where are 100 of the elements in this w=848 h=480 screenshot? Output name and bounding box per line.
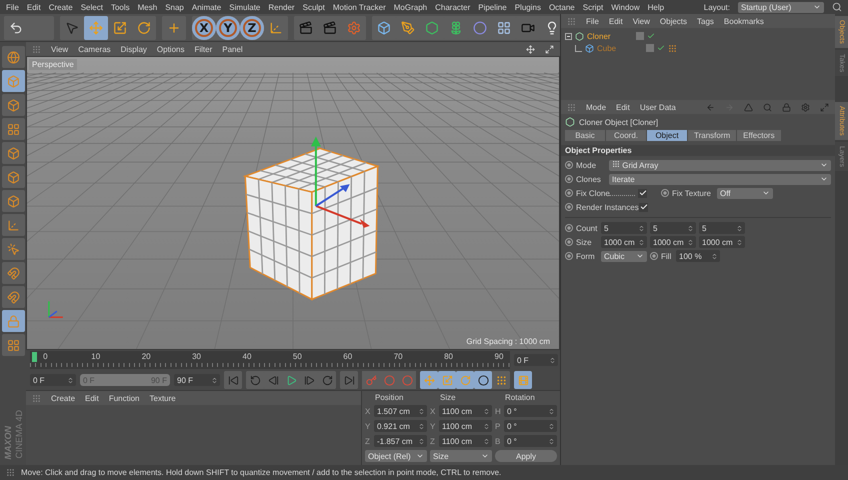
palette-button[interactable] xyxy=(2,310,24,332)
menu-item[interactable]: Select xyxy=(80,2,103,12)
number-field[interactable]: 1000 cm xyxy=(650,236,696,248)
attribute-tab[interactable]: Coord. xyxy=(606,130,646,141)
menu-item[interactable]: Objects xyxy=(660,16,688,26)
axis-lock-button[interactable]: Y xyxy=(216,16,240,40)
menu-item[interactable]: File xyxy=(586,16,599,26)
menu-item[interactable]: Tools xyxy=(110,2,130,12)
menu-item[interactable]: Edit xyxy=(616,102,630,112)
menu-item[interactable]: View xyxy=(632,16,650,26)
menu-item[interactable]: Animate xyxy=(192,2,222,12)
fix-texture-dropdown[interactable]: Off xyxy=(717,188,773,198)
coordinate-field[interactable]: 1100 cm xyxy=(439,435,492,447)
form-dropdown[interactable]: Cubic xyxy=(601,250,647,262)
menu-item[interactable]: Help xyxy=(648,2,664,12)
coordinate-field[interactable]: -1.857 cm xyxy=(374,435,427,447)
palette-button[interactable] xyxy=(2,118,24,140)
menu-item[interactable]: User Data xyxy=(640,102,676,112)
start-frame-field[interactable]: 0 F xyxy=(30,374,76,386)
coordinate-mode-dropdown[interactable]: Object (Rel) xyxy=(365,450,427,462)
menu-item[interactable]: Window xyxy=(611,2,640,12)
palette-button[interactable] xyxy=(2,334,24,356)
attribute-tab[interactable]: Effectors xyxy=(737,130,781,141)
clones-dropdown[interactable]: Iterate xyxy=(609,174,831,184)
menu-item[interactable]: Create xyxy=(51,394,76,402)
palette-button[interactable] xyxy=(2,46,24,68)
number-field[interactable]: 5 xyxy=(601,222,647,234)
coordinate-field[interactable]: 0.921 cm xyxy=(374,420,427,432)
menu-item[interactable]: Octane xyxy=(548,2,575,12)
menu-item[interactable]: Mesh xyxy=(138,2,158,12)
menu-item[interactable]: Create xyxy=(48,2,73,12)
number-field[interactable]: 5 xyxy=(699,222,745,234)
menu-item[interactable]: Bookmarks xyxy=(724,16,764,26)
menu-item[interactable]: Texture xyxy=(150,394,176,402)
menu-item[interactable]: File xyxy=(6,2,19,12)
palette-button[interactable] xyxy=(2,142,24,164)
fix-clone-checkbox[interactable] xyxy=(638,188,647,198)
palette-button[interactable] xyxy=(2,166,24,188)
number-field[interactable]: 1000 cm xyxy=(699,236,745,248)
axis-lock-button[interactable]: Z xyxy=(240,16,264,40)
attribute-tab[interactable]: Object xyxy=(647,130,687,141)
coordinate-field[interactable]: 1100 cm xyxy=(439,420,492,432)
menu-item[interactable]: Sculpt xyxy=(302,2,325,12)
attribute-tab[interactable]: Basic xyxy=(565,130,605,141)
move-tool-button[interactable] xyxy=(84,16,108,40)
menu-item[interactable]: Script xyxy=(582,2,604,12)
palette-button[interactable] xyxy=(2,70,24,92)
layout-dropdown[interactable]: Startup (User) xyxy=(738,2,824,12)
menu-item[interactable]: Edit xyxy=(26,2,41,12)
menu-item[interactable]: Panel xyxy=(222,44,243,54)
coordinate-field[interactable]: 0 ° xyxy=(504,435,557,447)
number-field[interactable]: 5 xyxy=(650,222,696,234)
end-frame-field[interactable]: 90 F xyxy=(174,374,220,386)
menu-item[interactable]: Filter xyxy=(194,44,212,54)
menu-item[interactable]: Cameras xyxy=(78,44,111,54)
palette-button[interactable] xyxy=(2,214,24,236)
menu-item[interactable]: Snap xyxy=(165,2,184,12)
pointer-icon xyxy=(65,20,79,34)
move-icon xyxy=(89,20,103,34)
tree-expander-icon[interactable] xyxy=(565,32,572,40)
menu-item[interactable]: Character xyxy=(435,2,470,12)
menu-item[interactable]: MoGraph xyxy=(394,2,428,12)
camera-label: Perspective xyxy=(29,59,77,70)
coordinate-field[interactable]: 0 ° xyxy=(504,405,557,417)
size-mode-dropdown[interactable]: Size xyxy=(430,450,492,462)
menu-item[interactable]: Mode xyxy=(586,102,606,112)
menu-item[interactable]: Pipeline xyxy=(478,2,507,12)
palette-button[interactable] xyxy=(2,238,24,260)
menu-item[interactable]: Simulate xyxy=(229,2,260,12)
coordinate-field[interactable]: 1.507 cm xyxy=(374,405,427,417)
menu-item[interactable]: Display xyxy=(120,44,147,54)
fill-field[interactable]: 100 % xyxy=(676,250,720,262)
menu-item[interactable]: Render xyxy=(268,2,295,12)
menu-item[interactable]: Motion Tracker xyxy=(332,2,386,12)
current-frame-field[interactable]: 0 F xyxy=(514,354,558,366)
palette-button[interactable] xyxy=(2,94,24,116)
go-to-end-button[interactable] xyxy=(340,371,358,389)
menu-item[interactable]: Edit xyxy=(608,16,623,26)
mode-dropdown[interactable]: Grid Array xyxy=(609,160,831,170)
timeline-ruler[interactable]: 0 10 20 30 40 50 60 70 80 90 xyxy=(30,351,510,369)
coordinate-field[interactable]: 0 ° xyxy=(504,420,557,432)
menu-item[interactable]: Options xyxy=(156,44,184,54)
palette-button[interactable] xyxy=(2,286,24,308)
apply-button[interactable]: Apply xyxy=(495,450,557,462)
menu-item[interactable]: Plugins xyxy=(514,2,541,12)
menu-item[interactable]: Function xyxy=(108,394,140,402)
go-to-start-button[interactable] xyxy=(224,371,242,389)
menu-item[interactable]: View xyxy=(51,44,68,54)
step-forward-icon xyxy=(304,374,314,386)
attribute-tab[interactable]: Transform xyxy=(688,130,736,141)
render-instances-checkbox[interactable] xyxy=(639,202,648,212)
menu-item[interactable]: Edit xyxy=(85,394,99,402)
palette-button[interactable] xyxy=(2,262,24,284)
number-field[interactable]: 1000 cm xyxy=(601,236,647,248)
palette-button[interactable] xyxy=(2,190,24,212)
coordinate-field[interactable]: 1100 cm xyxy=(439,405,492,417)
object-name[interactable]: Cloner xyxy=(587,32,633,40)
parameter-key-button[interactable] xyxy=(474,371,492,389)
menu-item[interactable]: Tags xyxy=(697,16,714,26)
axis-lock-button[interactable]: X xyxy=(192,16,216,40)
